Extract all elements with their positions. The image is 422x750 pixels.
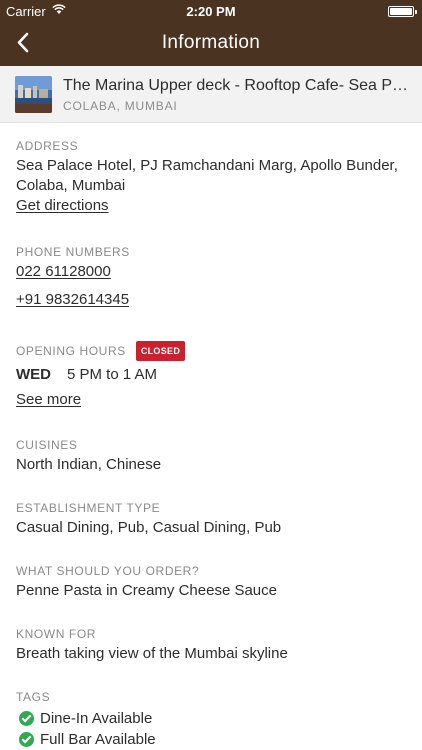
order-text: Penne Pasta in Creamy Cheese Sauce	[16, 582, 277, 599]
tags-label: TAGS	[16, 690, 51, 704]
establishment-text: Casual Dining, Pub, Casual Dining, Pub	[16, 519, 282, 536]
known-for-label: KNOWN FOR	[16, 627, 97, 641]
battery-icon	[388, 6, 417, 17]
hours-day: WED	[16, 366, 51, 383]
check-circle-icon	[19, 732, 34, 747]
order-label: WHAT SHOULD YOU ORDER?	[16, 564, 200, 578]
opening-hours-section: OPENING HOURS CLOSED WED 5 PM to 1 AM See …	[16, 341, 406, 410]
address-section: ADDRESS Sea Palace Hotel, PJ Ramchandani…	[16, 138, 406, 216]
check-circle-icon	[19, 711, 34, 726]
tag-item: Dine-In Available	[16, 708, 406, 729]
restaurant-name: The Marina Upper deck - Rooftop Cafe- Se…	[63, 77, 413, 94]
cuisines-section: CUISINES North Indian, Chinese	[16, 437, 406, 475]
tag-item: Full Bar Available	[16, 729, 406, 750]
known-for-section: KNOWN FOR Breath taking view of the Mumb…	[16, 626, 406, 664]
cuisines-text: North Indian, Chinese	[16, 456, 162, 473]
get-directions-link[interactable]: Get directions	[16, 196, 406, 216]
address-text: Sea Palace Hotel, PJ Ramchandani Marg, A…	[16, 157, 398, 194]
see-more-link[interactable]: See more	[16, 390, 406, 410]
page-title: Information	[161, 32, 261, 53]
status-bar: Carrier 2:20 PM	[0, 0, 422, 22]
app-header: Carrier 2:20 PM Information	[0, 0, 422, 66]
tags-section: TAGS Dine-In Available Full Bar Availabl…	[16, 689, 406, 750]
phone-label: PHONE NUMBERS	[16, 245, 130, 259]
phone-number-link[interactable]: 022 61128000	[16, 262, 406, 282]
phone-section: PHONE NUMBERS 022 61128000 +91 983261434…	[16, 244, 406, 310]
known-for-text: Breath taking view of the Mumbai skyline	[16, 645, 288, 662]
address-label: ADDRESS	[16, 139, 79, 153]
restaurant-summary[interactable]: The Marina Upper deck - Rooftop Cafe- Se…	[0, 66, 422, 123]
cuisines-label: CUISINES	[16, 438, 78, 452]
phone-number-link[interactable]: +91 9832614345	[16, 290, 406, 310]
restaurant-locality: COLABA, MUMBAI	[63, 99, 178, 113]
status-badge: CLOSED	[135, 341, 186, 361]
order-section: WHAT SHOULD YOU ORDER? Penne Pasta in Cr…	[16, 563, 406, 601]
restaurant-thumbnail	[15, 76, 52, 113]
opening-hours-label-text: OPENING HOURS	[16, 344, 126, 358]
hours-row: WED 5 PM to 1 AM	[16, 365, 406, 385]
tag-label: Full Bar Available	[40, 731, 156, 748]
hours-time: 5 PM to 1 AM	[67, 366, 158, 383]
tag-label: Dine-In Available	[40, 710, 153, 727]
establishment-section: ESTABLISHMENT TYPE Casual Dining, Pub, C…	[16, 500, 406, 538]
clock-time: 2:20 PM	[186, 4, 236, 19]
opening-hours-label: OPENING HOURS CLOSED	[16, 341, 406, 361]
establishment-label: ESTABLISHMENT TYPE	[16, 501, 161, 515]
